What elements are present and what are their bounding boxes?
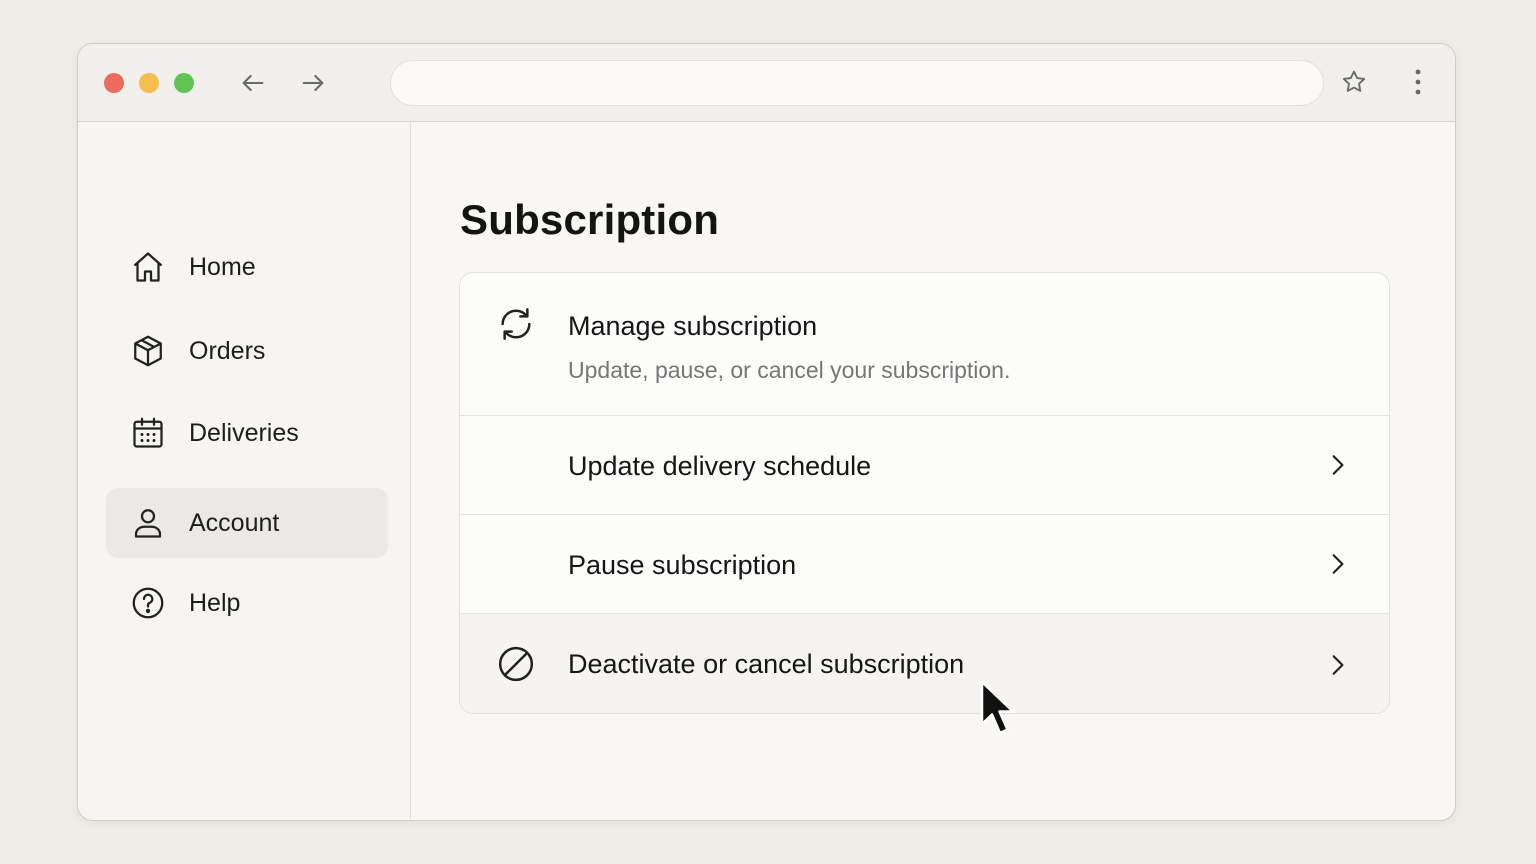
user-icon: [129, 504, 167, 542]
help-circle-icon: [129, 584, 167, 622]
sidebar-item-label: Help: [189, 588, 241, 617]
subscription-options-card: Manage subscription Update, pause, or ca…: [459, 272, 1390, 714]
close-window-button[interactable]: [104, 73, 124, 93]
main-content: Subscription Manage subscription Update,…: [413, 122, 1455, 820]
sidebar-item-label: Account: [189, 508, 280, 537]
chevron-right-icon: [1321, 649, 1353, 681]
sidebar-item-deliveries[interactable]: Deliveries: [106, 398, 388, 468]
sidebar-item-home[interactable]: Home: [106, 232, 388, 302]
mouse-pointer-icon: [980, 680, 1015, 735]
sidebar-item-help[interactable]: Help: [106, 568, 388, 638]
forward-button[interactable]: [298, 68, 328, 98]
sidebar-item-account[interactable]: Account: [106, 488, 388, 558]
home-icon: [129, 248, 167, 286]
pause-subscription-row[interactable]: Pause subscription: [460, 515, 1389, 614]
ban-icon: [494, 642, 538, 686]
address-bar[interactable]: [390, 60, 1324, 106]
zoom-window-button[interactable]: [174, 73, 194, 93]
option-title: Pause subscription: [568, 550, 797, 580]
browser-window: Home Orders Deliveries Account Help Subs…: [77, 43, 1456, 821]
sidebar-item-label: Deliveries: [189, 418, 299, 447]
vertical-dots-icon: [1415, 69, 1421, 95]
chevron-right-icon: [1321, 548, 1353, 580]
sidebar-item-label: Home: [189, 252, 256, 281]
bookmark-button[interactable]: [1338, 66, 1370, 98]
deactivate-subscription-row[interactable]: Deactivate or cancel subscription: [460, 614, 1389, 713]
option-subtitle: Update, pause, or cancel your subscripti…: [568, 357, 1011, 383]
arrow-right-icon: [302, 74, 324, 92]
sidebar: Home Orders Deliveries Account Help: [78, 122, 411, 820]
option-title: Manage subscription: [568, 311, 818, 341]
back-button[interactable]: [238, 68, 268, 98]
calendar-icon: [129, 414, 167, 452]
star-icon: [1342, 70, 1366, 92]
browser-menu-button[interactable]: [1404, 66, 1432, 98]
update-delivery-schedule-row[interactable]: Update delivery schedule: [460, 416, 1389, 515]
sidebar-item-label: Orders: [189, 336, 266, 365]
sidebar-item-orders[interactable]: Orders: [106, 316, 388, 386]
manage-subscription-row[interactable]: Manage subscription Update, pause, or ca…: [460, 273, 1389, 416]
option-title: Update delivery schedule: [568, 451, 872, 481]
package-icon: [129, 332, 167, 370]
arrow-left-icon: [242, 74, 264, 92]
page-title: Subscription: [460, 196, 720, 243]
browser-toolbar: [78, 44, 1455, 122]
minimize-window-button[interactable]: [139, 73, 159, 93]
option-title: Deactivate or cancel subscription: [568, 649, 965, 679]
chevron-right-icon: [1321, 449, 1353, 481]
refresh-icon: [494, 302, 538, 346]
